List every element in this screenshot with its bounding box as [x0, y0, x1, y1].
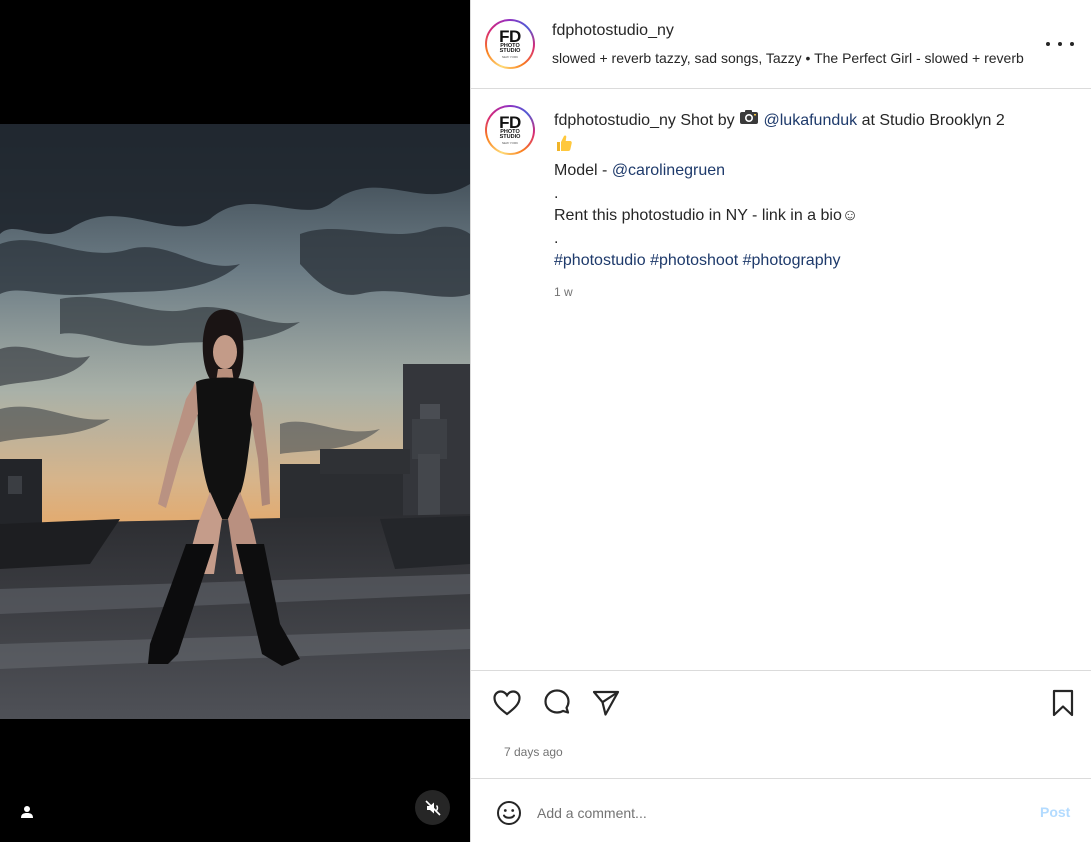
tagged-users-button[interactable] [13, 798, 41, 826]
comment-button[interactable] [540, 686, 574, 720]
post-media [0, 0, 470, 842]
rent-line: Rent this photostudio in NY - link in a … [554, 205, 1074, 228]
studio-logo: FD PHOTO STUDIO NEW YORK [487, 21, 533, 67]
photographer-mention[interactable]: @lukafunduk [764, 112, 858, 129]
header-username[interactable]: fdphotostudio_ny [552, 22, 674, 40]
camera-emoji-icon [739, 109, 759, 133]
hashtag-link[interactable]: #photography [743, 252, 841, 269]
hashtag-link[interactable]: #photoshoot [650, 252, 738, 269]
post-date[interactable]: 7 days ago [504, 745, 563, 759]
mute-toggle-button[interactable] [415, 790, 450, 825]
post-photo[interactable] [0, 124, 470, 719]
rooftop-model-photo [0, 124, 470, 719]
model-line: Model - @carolinegruen [554, 160, 1074, 183]
comment-bar: Post [471, 778, 1091, 842]
thumbs-up-emoji-icon [554, 133, 1074, 161]
smile-emoji: ☺ [841, 207, 859, 224]
rent-text: Rent this photostudio in NY - link in a … [554, 207, 842, 224]
heart-icon [493, 690, 521, 716]
caption-timestamp[interactable]: 1 w [554, 281, 1074, 304]
dot-icon [1058, 42, 1062, 46]
separator-dot: . [554, 184, 559, 202]
caption-location: at Studio Brooklyn 2 [861, 111, 1005, 129]
model-mention[interactable]: @carolinegruen [612, 162, 725, 179]
separator-dot: . [554, 229, 559, 247]
share-button[interactable] [589, 686, 623, 720]
post-comment-button[interactable]: Post [1040, 804, 1070, 820]
caption-shot-by: Shot by [680, 111, 735, 129]
avatar[interactable]: FD PHOTO STUDIO NEW YORK [485, 19, 535, 69]
bookmark-icon [1052, 689, 1074, 717]
action-bar [471, 686, 1091, 726]
smiley-icon [497, 801, 521, 825]
person-icon [21, 806, 33, 818]
dot-icon [1046, 42, 1050, 46]
dot-icon [1070, 42, 1074, 46]
comment-input[interactable] [537, 801, 1017, 825]
caption-text: fdphotostudio_ny Shot by @lukafunduk at … [554, 109, 1074, 303]
speaker-muted-icon [424, 799, 441, 816]
audio-attribution[interactable]: slowed + reverb tazzy, sad songs, Tazzy … [552, 50, 1042, 66]
emoji-picker-button[interactable] [496, 800, 522, 826]
hashtag-link[interactable]: #photostudio [554, 252, 646, 269]
hashtags-line: #photostudio #photoshoot #photography [554, 250, 1074, 273]
studio-logo: FD PHOTO STUDIO NEW YORK [487, 107, 533, 153]
post-details-panel: FD PHOTO STUDIO NEW YORK fdphotostudio_n… [470, 0, 1091, 842]
more-options-button[interactable] [1046, 34, 1074, 54]
share-icon [592, 690, 620, 716]
caption-avatar[interactable]: FD PHOTO STUDIO NEW YORK [485, 105, 535, 155]
comment-icon [544, 689, 570, 714]
model-label: Model - [554, 162, 608, 179]
like-button[interactable] [490, 686, 524, 720]
caption-username[interactable]: fdphotostudio_ny [554, 112, 676, 129]
post-header: FD PHOTO STUDIO NEW YORK fdphotostudio_n… [471, 0, 1091, 89]
caption-section: FD PHOTO STUDIO NEW YORK fdphotostudio_n… [471, 89, 1091, 671]
save-button[interactable] [1046, 686, 1080, 720]
